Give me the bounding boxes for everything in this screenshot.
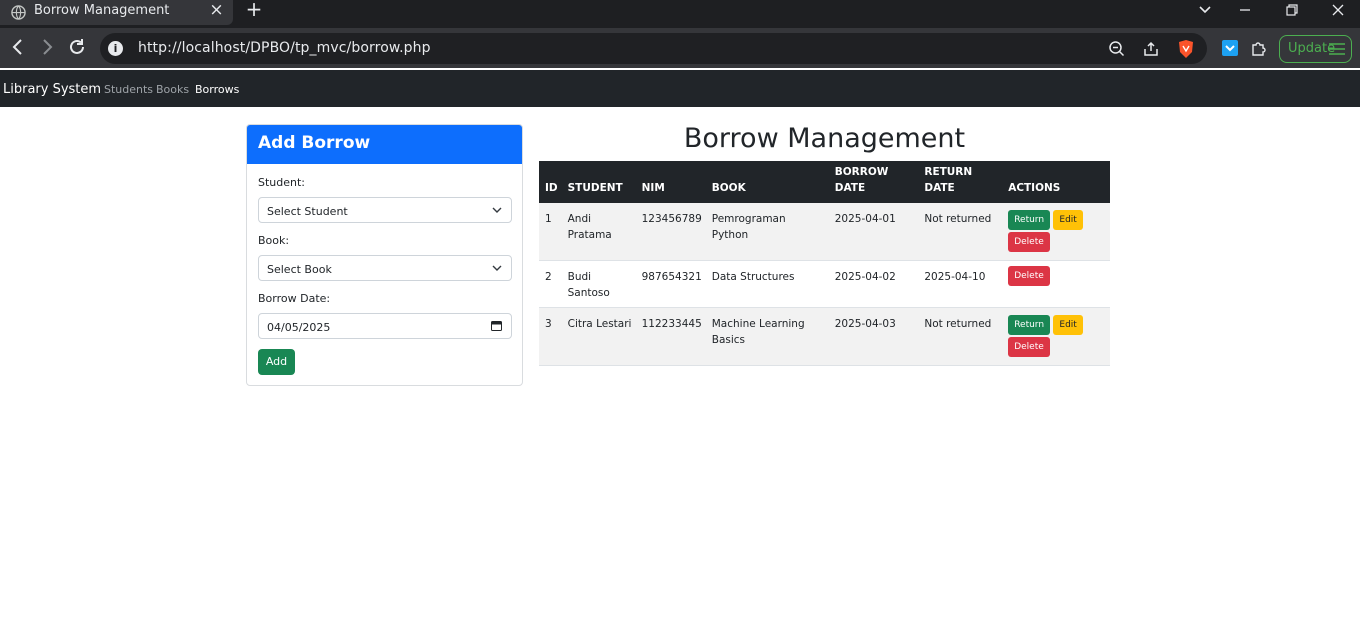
cell-borrow-date: 2025-04-03	[828, 307, 919, 366]
address-bar[interactable]: i http://localhost/DPBO/tp_mvc/borrow.ph…	[100, 33, 1207, 64]
add-borrow-card: Add Borrow Student: Select Student Book:…	[246, 124, 523, 386]
zoom-out-icon[interactable]	[1108, 40, 1126, 58]
share-icon[interactable]	[1142, 40, 1160, 58]
student-select[interactable]: Select Student	[258, 197, 512, 223]
return-button[interactable]: Return	[1008, 210, 1051, 230]
nav-link-borrows[interactable]: Borrows	[195, 83, 239, 96]
reload-icon[interactable]	[66, 36, 88, 58]
delete-button[interactable]: Delete	[1008, 266, 1050, 286]
cell-student: Andi Pratama	[561, 203, 636, 261]
col-header-student: STUDENT	[561, 161, 636, 203]
book-select-value: Select Book	[267, 263, 332, 276]
borrows-table: ID STUDENT NIM BOOK BORROW DATE RETURN D…	[539, 161, 1110, 366]
cell-borrow-date: 2025-04-01	[828, 203, 919, 261]
cell-return-date: 2025-04-10	[918, 260, 1003, 308]
col-header-book: BOOK	[705, 161, 829, 203]
table-header-row: ID STUDENT NIM BOOK BORROW DATE RETURN D…	[539, 161, 1110, 203]
delete-button[interactable]: Delete	[1008, 232, 1050, 252]
cell-student: Budi Santoso	[561, 260, 636, 308]
cell-actions: Return Edit Delete	[1002, 307, 1110, 366]
return-button[interactable]: Return	[1008, 315, 1051, 335]
close-tab-icon[interactable]: ×	[208, 2, 225, 19]
menu-icon	[1329, 43, 1345, 55]
cell-id: 1	[539, 203, 562, 261]
minimize-icon[interactable]	[1236, 3, 1254, 17]
nav-link-books[interactable]: Books	[156, 83, 189, 96]
cell-book: Pemrograman Python	[705, 203, 829, 261]
app-navbar: Library System Students Books Borrows	[0, 70, 1360, 107]
borrow-date-label: Borrow Date:	[258, 292, 331, 305]
col-header-borrow-date: BORROW DATE	[828, 161, 919, 203]
cell-id: 2	[539, 260, 562, 308]
browser-toolbar: i http://localhost/DPBO/tp_mvc/borrow.ph…	[0, 28, 1360, 68]
browser-tabstrip: Borrow Management × +	[0, 0, 1360, 28]
url-text[interactable]: http://localhost/DPBO/tp_mvc/borrow.php	[138, 40, 431, 56]
close-window-icon[interactable]	[1329, 2, 1347, 18]
cell-book: Machine Learning Basics	[705, 307, 829, 366]
restore-icon[interactable]	[1283, 2, 1301, 18]
book-label: Book:	[258, 234, 290, 247]
add-borrow-title: Add Borrow	[247, 125, 522, 164]
forward-icon[interactable]	[36, 36, 58, 58]
cell-nim: 112233445	[635, 307, 706, 366]
book-select[interactable]: Select Book	[258, 255, 512, 281]
extension-icon[interactable]	[1221, 39, 1239, 57]
nav-link-students[interactable]: Students	[104, 83, 153, 96]
table-row: 2 Budi Santoso 987654321 Data Structures…	[539, 260, 1110, 308]
cell-return-date: Not returned	[918, 307, 1003, 366]
edit-button[interactable]: Edit	[1053, 315, 1083, 335]
cell-nim: 123456789	[635, 203, 706, 261]
back-icon[interactable]	[7, 36, 29, 58]
col-header-nim: NIM	[635, 161, 706, 203]
cell-nim: 987654321	[635, 260, 706, 308]
update-button[interactable]: Update	[1279, 35, 1352, 63]
calendar-icon[interactable]	[491, 320, 502, 331]
delete-button[interactable]: Delete	[1008, 337, 1050, 357]
cell-borrow-date: 2025-04-02	[828, 260, 919, 308]
browser-tab[interactable]: Borrow Management ×	[0, 0, 233, 25]
borrow-date-value: 04/05/2025	[267, 321, 331, 334]
tab-title: Borrow Management	[34, 3, 170, 18]
col-header-id: ID	[539, 161, 562, 203]
chevron-down-icon	[492, 207, 502, 213]
table-row: 1 Andi Pratama 123456789 Pemrograman Pyt…	[539, 203, 1110, 261]
navbar-brand[interactable]: Library System	[3, 82, 101, 97]
col-header-return-date: RETURN DATE	[918, 161, 1003, 203]
col-header-actions: ACTIONS	[1002, 161, 1110, 203]
puzzle-extensions-icon[interactable]	[1250, 39, 1268, 57]
student-select-value: Select Student	[267, 205, 348, 218]
cell-book: Data Structures	[705, 260, 829, 308]
cell-id: 3	[539, 307, 562, 366]
cell-actions: Delete	[1002, 260, 1110, 308]
borrow-date-input[interactable]: 04/05/2025	[258, 313, 512, 339]
add-button[interactable]: Add	[258, 349, 295, 375]
chevron-down-icon	[492, 265, 502, 271]
tab-search-chevron-icon[interactable]	[1196, 3, 1214, 17]
site-info-icon[interactable]: i	[108, 41, 123, 56]
table-row: 3 Citra Lestari 112233445 Machine Learni…	[539, 307, 1110, 366]
cell-return-date: Not returned	[918, 203, 1003, 261]
edit-button[interactable]: Edit	[1053, 210, 1083, 230]
globe-icon	[11, 5, 26, 20]
cell-actions: Return Edit Delete	[1002, 203, 1110, 261]
page-title: Borrow Management	[683, 123, 966, 154]
new-tab-icon[interactable]: +	[244, 0, 264, 20]
cell-student: Citra Lestari	[561, 307, 636, 366]
brave-shield-icon[interactable]	[1177, 39, 1195, 59]
student-label: Student:	[258, 176, 306, 189]
